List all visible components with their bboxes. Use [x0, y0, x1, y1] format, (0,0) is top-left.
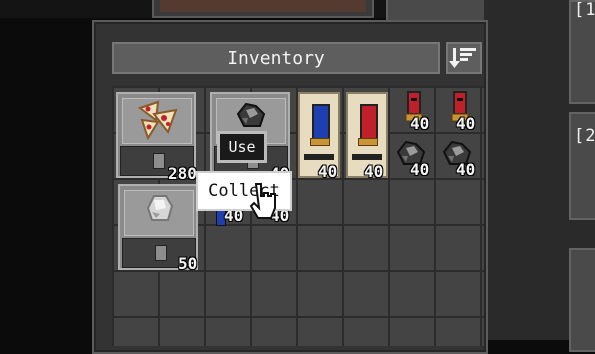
side-slot-3[interactable] [569, 248, 595, 352]
silver-ore-icon [146, 195, 174, 221]
inventory-slot-blue-shell[interactable]: 40 [298, 92, 342, 182]
top-panel [152, 0, 374, 18]
inventory-slot-silver-crate[interactable]: 50 [116, 184, 202, 274]
sort-descending-icon [449, 48, 476, 68]
hand-cursor-icon [249, 183, 276, 219]
inventory-slot-pizza-crate[interactable]: 280 [116, 92, 198, 183]
use-label: Use [228, 138, 256, 156]
inventory-slot-coal-ore[interactable]: 40 [392, 136, 436, 182]
use-button[interactable]: Use [217, 131, 267, 163]
side-label-1: [1 [574, 0, 595, 20]
slot-quantity: 50 [178, 254, 198, 273]
inventory-slot-red-shell[interactable]: 40 [346, 92, 390, 182]
shell-bar [352, 154, 382, 160]
slot-quantity: 40 [364, 162, 384, 181]
inventory-title: Inventory [227, 47, 325, 69]
crate-lock [153, 153, 165, 169]
coal-ore-icon [236, 102, 266, 127]
slot-quantity: 40 [318, 162, 338, 181]
shell-bar [304, 154, 334, 160]
blue-shell-icon [312, 104, 330, 142]
inventory-slot-red-shell-3[interactable]: 40 [438, 88, 482, 133]
inventory-slot-coal-ore-2[interactable]: 40 [438, 136, 482, 182]
inventory-title-bar: Inventory [112, 42, 440, 74]
slot-quantity: 40 [410, 114, 430, 133]
red-shell-icon [360, 104, 378, 142]
slot-quantity: 40 [410, 160, 430, 179]
shell-cap [358, 138, 378, 146]
inventory-slot-red-shell-2[interactable]: 40 [392, 88, 436, 133]
slot-quantity: 40 [456, 114, 476, 133]
pizza-icon [137, 100, 178, 140]
shell-cap [310, 138, 330, 146]
slot-quantity: 40 [456, 160, 476, 179]
side-label-2: [2 [574, 126, 595, 146]
sort-button[interactable] [446, 42, 482, 74]
slot-quantity: 280 [168, 164, 197, 183]
crate-lock [155, 245, 167, 261]
top-panel-image [160, 0, 366, 12]
